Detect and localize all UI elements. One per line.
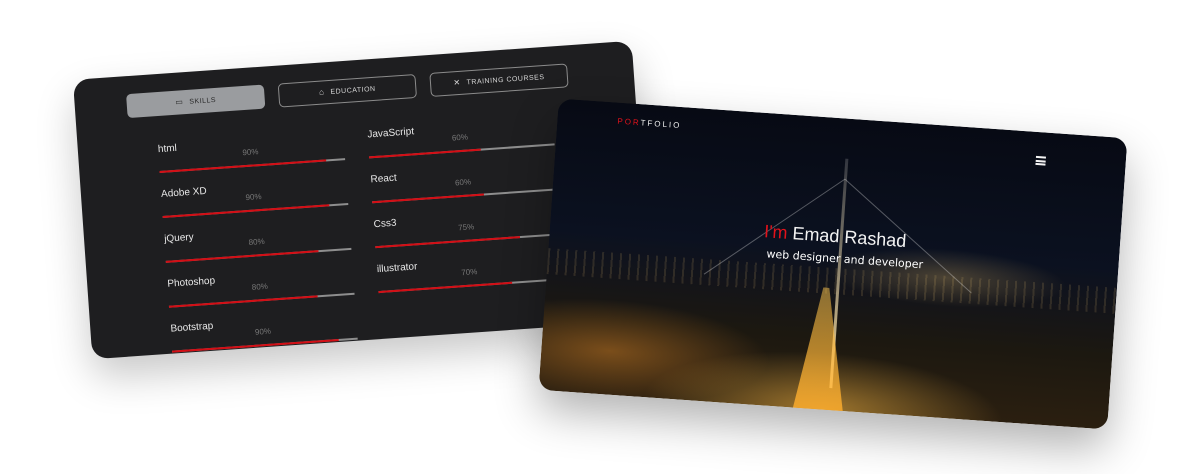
skill-percent: 70% (461, 267, 478, 278)
skill-progress-track (172, 337, 358, 353)
skill-progress-fill (165, 250, 319, 263)
skill-percent: 90% (245, 192, 262, 203)
tab-training-courses[interactable]: ✕ TRAINING COURSES (429, 63, 569, 97)
skill-name: html (157, 142, 178, 156)
skill-progress-track (165, 247, 352, 263)
tab-skills[interactable]: ▭ SKILLS (126, 84, 266, 119)
skill-name: illustrator (376, 261, 418, 276)
skill-progress-track (162, 202, 349, 218)
skill-name: React (370, 172, 398, 186)
skill-item-react: React 60% (370, 161, 558, 214)
skill-progress-fill (372, 193, 484, 204)
hamburger-menu-icon[interactable] (1035, 155, 1047, 166)
skill-progress-fill (172, 338, 340, 353)
bridge-road-image (786, 286, 856, 430)
skill-progress-track (372, 188, 558, 204)
skill-item-javascript: JavaScript 60% (367, 116, 555, 169)
skill-item-illustrator: illustrator 70% (377, 251, 565, 304)
monitor-icon: ▭ (175, 97, 184, 107)
skill-progress-track (375, 233, 561, 249)
skill-percent: 90% (254, 326, 272, 337)
tab-label: EDUCATION (330, 85, 376, 96)
skill-name: Bootstrap (170, 320, 214, 335)
tab-label: SKILLS (189, 96, 217, 106)
skill-name: jQuery (163, 231, 195, 245)
portfolio-logo[interactable]: PORTFOLIO (617, 117, 682, 130)
skill-item-bootstrap: Bootstrap 90% (170, 311, 358, 359)
logo-prefix: POR (617, 116, 641, 128)
skill-name: JavaScript (367, 126, 415, 141)
tab-education[interactable]: ⌂ EDUCATION (277, 73, 418, 108)
skill-progress-fill (162, 204, 330, 218)
skill-progress-track (168, 292, 355, 308)
skill-progress-fill (168, 295, 318, 308)
tools-icon: ✕ (453, 77, 461, 88)
skill-item-html: html 90% (158, 131, 346, 184)
skill-item-adobe-xd: Adobe XD 90% (161, 176, 349, 229)
skill-progress-fill (378, 281, 513, 294)
hero-name: Emad Rashad (791, 223, 908, 252)
skill-item-photoshop: Photoshop 80% (167, 266, 355, 319)
skill-percent: 60% (454, 177, 472, 188)
skill-percent: 80% (251, 281, 269, 292)
skill-percent: 90% (242, 147, 259, 158)
hero-title: I'm Emad Rashad (763, 221, 907, 252)
skill-progress-track (159, 158, 346, 174)
tab-label: TRAINING COURSES (466, 73, 545, 86)
skill-progress-track (368, 143, 555, 159)
skill-percent: 60% (451, 132, 469, 143)
hero-greeting: I'm (763, 221, 789, 243)
skills-tabs: ▭ SKILLS ⌂ EDUCATION ✕ TRAINING COURSES (126, 62, 595, 121)
portfolio-hero: PORTFOLIO I'm Emad Rashad web designer a… (538, 98, 1128, 430)
graduation-cap-icon: ⌂ (318, 87, 325, 97)
skill-progress-fill (368, 148, 481, 159)
skill-name: Adobe XD (160, 185, 207, 200)
skill-name: Photoshop (167, 275, 216, 290)
skill-item-css3: Css3 75% (373, 206, 561, 259)
skill-percent: 75% (457, 222, 475, 233)
skill-progress-fill (159, 159, 327, 174)
logo-rest: TFOLIO (640, 118, 682, 131)
skill-progress-track (378, 278, 565, 294)
skill-progress-fill (375, 236, 521, 249)
skill-percent: 80% (248, 236, 265, 247)
skill-name: Css3 (373, 217, 397, 231)
skill-item-jquery: jQuery 80% (164, 221, 352, 274)
